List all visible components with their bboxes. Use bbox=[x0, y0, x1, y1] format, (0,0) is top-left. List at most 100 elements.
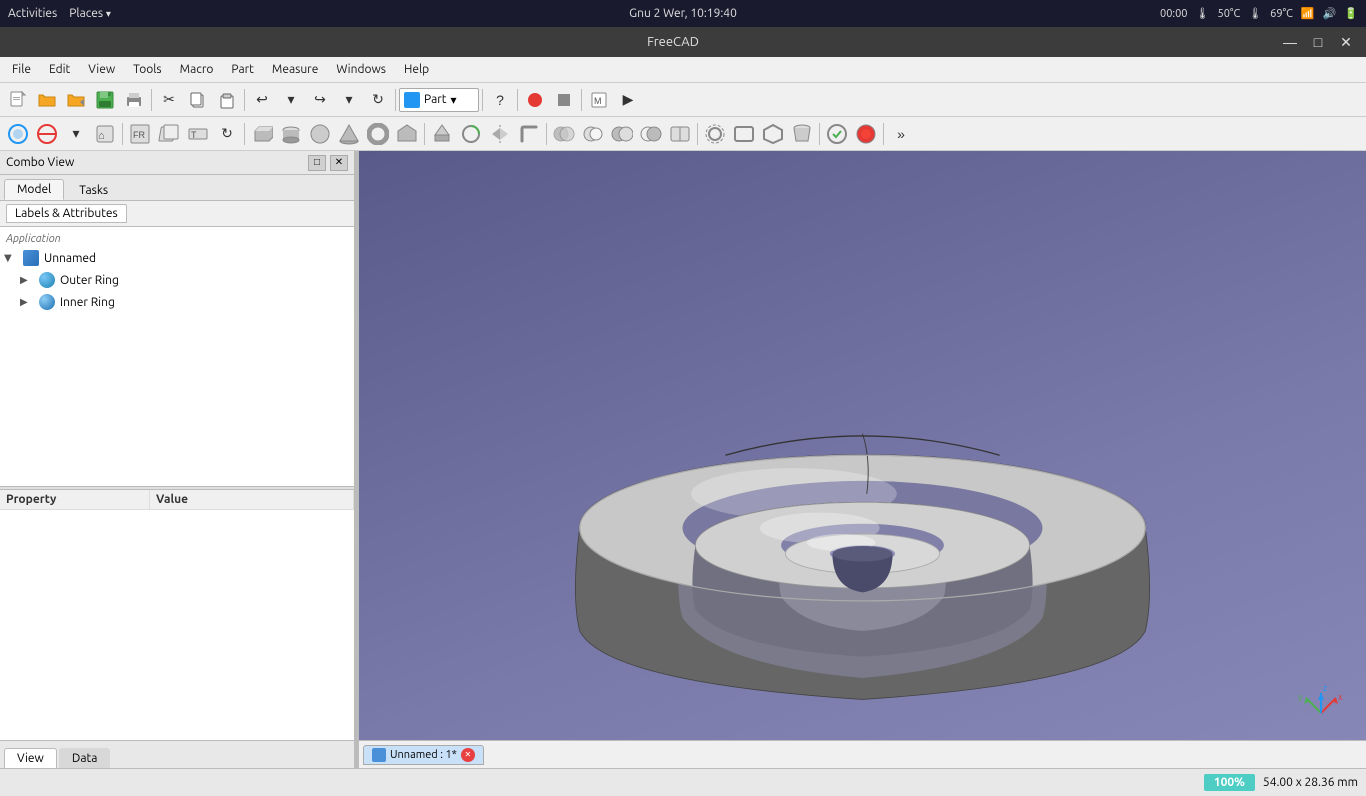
combo-view-header: Combo View □ ✕ bbox=[0, 151, 354, 175]
temp1-icon: 🌡 bbox=[1196, 7, 1210, 20]
tree-icon-outer-ring bbox=[38, 271, 56, 289]
property-header: Property Value bbox=[0, 490, 354, 510]
system-datetime: Gnu 2 Wer, 10:19:40 bbox=[629, 7, 737, 20]
new-file-button[interactable] bbox=[4, 86, 32, 114]
part-extrude-button[interactable] bbox=[428, 120, 456, 148]
tree-arrow-unnamed: ▼ bbox=[4, 252, 18, 264]
main-toolbar: ✂ ↩ ▾ ↪ ▾ ↻ Part ▾ ? M ▶ bbox=[0, 83, 1366, 117]
system-bar: Activities Places ▾ Gnu 2 Wer, 10:19:40 … bbox=[0, 0, 1366, 27]
tab-tasks[interactable]: Tasks bbox=[66, 180, 121, 200]
viewport-tab-icon bbox=[372, 748, 386, 762]
print-button[interactable] bbox=[120, 86, 148, 114]
part-thickness-button[interactable] bbox=[730, 120, 758, 148]
view-rotate-button[interactable]: ↻ bbox=[213, 120, 241, 148]
cut-button[interactable]: ✂ bbox=[155, 86, 183, 114]
time-widget: 00:00 bbox=[1160, 8, 1188, 20]
part-sphere-button[interactable] bbox=[306, 120, 334, 148]
menu-measure[interactable]: Measure bbox=[264, 61, 326, 78]
redo-button[interactable]: ↪ bbox=[306, 86, 334, 114]
combo-view-controls: □ ✕ bbox=[308, 155, 348, 171]
part-cut-button[interactable] bbox=[579, 120, 607, 148]
macro-editor-button[interactable]: M bbox=[585, 86, 613, 114]
part-fillet-button[interactable] bbox=[515, 120, 543, 148]
run-macro-button[interactable]: ▶ bbox=[614, 86, 642, 114]
workbench-selector[interactable]: Part ▾ bbox=[399, 88, 479, 112]
record-button[interactable] bbox=[521, 86, 549, 114]
3d-canvas[interactable]: x y z Unnamed : 1* ✕ bbox=[359, 151, 1366, 768]
menu-edit[interactable]: Edit bbox=[41, 61, 78, 78]
part-mirror-button[interactable] bbox=[486, 120, 514, 148]
home-view-button[interactable]: ⌂ bbox=[91, 120, 119, 148]
labels-attributes-button[interactable]: Labels & Attributes bbox=[6, 204, 127, 223]
places-arrow-icon: ▾ bbox=[106, 8, 111, 19]
maximize-button[interactable]: □ bbox=[1306, 32, 1330, 52]
whats-new-button[interactable]: ? bbox=[486, 86, 514, 114]
combo-restore-button[interactable]: □ bbox=[308, 155, 326, 171]
places-menu[interactable]: Places ▾ bbox=[69, 7, 111, 20]
title-bar: FreeCAD — □ ✕ bbox=[0, 27, 1366, 57]
part-torus-button[interactable] bbox=[364, 120, 392, 148]
tree-label-outer-ring: Outer Ring bbox=[60, 274, 119, 287]
part-defeaturing-button[interactable] bbox=[759, 120, 787, 148]
save-recent-button[interactable] bbox=[62, 86, 90, 114]
part-boolean-button[interactable] bbox=[550, 120, 578, 148]
workbench-icon bbox=[404, 92, 420, 108]
undo-button[interactable]: ↩ bbox=[248, 86, 276, 114]
menu-view[interactable]: View bbox=[80, 61, 123, 78]
part-common-button[interactable] bbox=[637, 120, 665, 148]
tree-arrow-inner-ring: ▶ bbox=[20, 296, 34, 308]
part-revolve-button[interactable] bbox=[457, 120, 485, 148]
close-button[interactable]: ✕ bbox=[1334, 32, 1358, 52]
refresh-button[interactable]: ↻ bbox=[364, 86, 392, 114]
part-cyl-button[interactable] bbox=[277, 120, 305, 148]
part-colorface-button[interactable] bbox=[852, 120, 880, 148]
part-fuse-button[interactable] bbox=[608, 120, 636, 148]
menu-tools[interactable]: Tools bbox=[125, 61, 170, 78]
fit-all-button[interactable] bbox=[4, 120, 32, 148]
redo-dropdown-button[interactable]: ▾ bbox=[335, 86, 363, 114]
view-front-button[interactable]: FR bbox=[126, 120, 154, 148]
view-config-button[interactable] bbox=[33, 120, 61, 148]
save-button[interactable] bbox=[91, 86, 119, 114]
tree-item-outer-ring[interactable]: ▶ Outer Ring bbox=[0, 269, 354, 291]
activities-label[interactable]: Activities bbox=[8, 7, 57, 20]
model-tree: Application ▼ Unnamed ▶ Outer Ring ▶ bbox=[0, 227, 354, 486]
tab-view[interactable]: View bbox=[4, 748, 57, 768]
viewport-tab-close-button[interactable]: ✕ bbox=[461, 748, 475, 762]
view-dropdown-button[interactable]: ▾ bbox=[62, 120, 90, 148]
menu-macro[interactable]: Macro bbox=[172, 61, 222, 78]
workbench-dropdown-arrow: ▾ bbox=[451, 93, 457, 107]
part-extras-button[interactable]: » bbox=[887, 120, 915, 148]
combo-close-button[interactable]: ✕ bbox=[330, 155, 348, 171]
workbench-label: Part bbox=[424, 93, 447, 106]
labels-attributes-section: Labels & Attributes bbox=[0, 201, 354, 227]
open-file-button[interactable] bbox=[33, 86, 61, 114]
stop-button[interactable] bbox=[550, 86, 578, 114]
title-bar-controls: — □ ✕ bbox=[1278, 32, 1358, 52]
tab-model[interactable]: Model bbox=[4, 179, 64, 200]
part-loft-button[interactable] bbox=[788, 120, 816, 148]
model-task-tabs: Model Tasks bbox=[0, 175, 354, 201]
minimize-button[interactable]: — bbox=[1278, 32, 1302, 52]
view-back-button[interactable] bbox=[155, 120, 183, 148]
part-join-button[interactable] bbox=[666, 120, 694, 148]
part-prism-button[interactable] bbox=[393, 120, 421, 148]
tab-data[interactable]: Data bbox=[59, 748, 111, 768]
part-offset-button[interactable] bbox=[701, 120, 729, 148]
tree-item-unnamed[interactable]: ▼ Unnamed bbox=[0, 247, 354, 269]
viewport-tab-unnamed[interactable]: Unnamed : 1* ✕ bbox=[363, 745, 484, 765]
tree-item-inner-ring[interactable]: ▶ Inner Ring bbox=[0, 291, 354, 313]
view-top-button[interactable]: T bbox=[184, 120, 212, 148]
menu-windows[interactable]: Windows bbox=[328, 61, 394, 78]
menu-part[interactable]: Part bbox=[223, 61, 262, 78]
paste-button[interactable] bbox=[213, 86, 241, 114]
copy-button[interactable] bbox=[184, 86, 212, 114]
system-bar-right: 00:00 🌡 50°C 🌡 69°C 📶 🔊 🔋 bbox=[1160, 7, 1358, 20]
temp2-icon: 🌡 bbox=[1248, 7, 1262, 20]
part-box-button[interactable] bbox=[248, 120, 276, 148]
part-cone-button[interactable] bbox=[335, 120, 363, 148]
menu-file[interactable]: File bbox=[4, 61, 39, 78]
part-checkgeom-button[interactable] bbox=[823, 120, 851, 148]
menu-help[interactable]: Help bbox=[396, 61, 437, 78]
undo-dropdown-button[interactable]: ▾ bbox=[277, 86, 305, 114]
